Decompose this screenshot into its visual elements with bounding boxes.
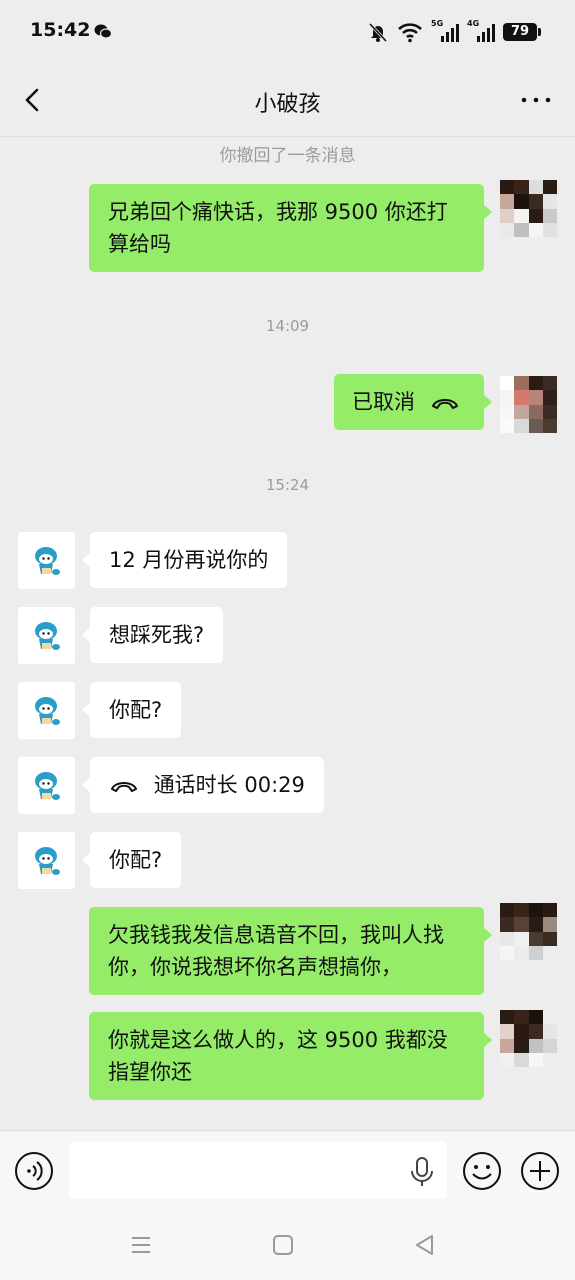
home-icon[interactable] xyxy=(270,1232,296,1258)
battery-indicator: 79 xyxy=(503,23,541,41)
bell-muted-icon xyxy=(368,22,388,43)
cartoon-avatar-icon xyxy=(35,772,60,800)
incoming-message[interactable]: 你配? xyxy=(81,832,182,888)
incoming-message[interactable]: 想踩死我? xyxy=(81,607,224,663)
avatar-contact[interactable] xyxy=(18,532,75,589)
avatar-self[interactable] xyxy=(500,180,557,237)
menu-icon[interactable] xyxy=(128,1232,154,1258)
phone-hangup-icon xyxy=(111,782,137,792)
avatar-contact[interactable] xyxy=(18,607,75,664)
avatar-contact[interactable] xyxy=(18,757,75,814)
wechat-icon xyxy=(94,24,112,39)
status-icons: 5G 4G 79 xyxy=(367,19,541,44)
avatar-contact[interactable] xyxy=(18,832,75,889)
outgoing-message[interactable]: 兄弟回个痛快话，我那 9500 你还打算给吗 xyxy=(89,184,492,272)
mic-icon[interactable] xyxy=(408,1156,436,1188)
recall-notice: 你撤回了一条消息 xyxy=(219,146,356,166)
outgoing-message[interactable]: 你就是这么做人的，这 9500 我都没指望你还 xyxy=(89,1012,492,1100)
message-input[interactable] xyxy=(69,1142,447,1199)
signal-4g-icon: 4G xyxy=(467,19,495,43)
system-nav-bar xyxy=(0,1216,575,1280)
call-status-label: 已取消 xyxy=(352,390,415,414)
avatar-contact[interactable] xyxy=(18,682,75,739)
status-time: 15:42 xyxy=(30,19,91,41)
avatar-self[interactable] xyxy=(500,903,557,960)
incoming-message[interactable]: 12 月份再说你的 xyxy=(81,532,288,588)
chat-header: 小破孩 xyxy=(0,64,575,137)
call-duration-label: 通话时长 00:29 xyxy=(153,773,305,797)
incoming-message[interactable]: 你配? xyxy=(81,682,182,738)
call-record-cancelled[interactable]: 已取消 xyxy=(334,374,492,430)
wifi-icon xyxy=(398,23,422,43)
timestamp: 14:09 xyxy=(265,317,310,335)
cartoon-avatar-icon xyxy=(35,547,60,575)
status-bar: 15:42 5G 4G 79 xyxy=(0,0,575,64)
chat-title: 小破孩 xyxy=(254,92,321,117)
cartoon-avatar-icon xyxy=(35,847,60,875)
voice-icon[interactable] xyxy=(14,1151,54,1191)
avatar-self[interactable] xyxy=(500,376,557,433)
signal-5g-icon: 5G xyxy=(431,19,459,43)
cartoon-avatar-icon xyxy=(35,697,60,725)
cartoon-avatar-icon xyxy=(35,622,60,650)
emoji-icon[interactable] xyxy=(461,1150,503,1192)
outgoing-message[interactable]: 欠我钱我发信息语音不回，我叫人找你，你说我想坏你名声想搞你， xyxy=(89,907,492,995)
timestamp: 15:24 xyxy=(265,476,310,494)
back-triangle-icon[interactable] xyxy=(412,1232,438,1258)
call-record-incoming[interactable]: 通话时长 00:29 xyxy=(82,757,324,813)
plus-icon[interactable] xyxy=(519,1150,561,1192)
avatar-self[interactable] xyxy=(500,1010,557,1067)
more-dots-icon[interactable] xyxy=(519,84,553,116)
phone-hangup-icon xyxy=(431,399,458,409)
input-bar xyxy=(0,1130,575,1217)
